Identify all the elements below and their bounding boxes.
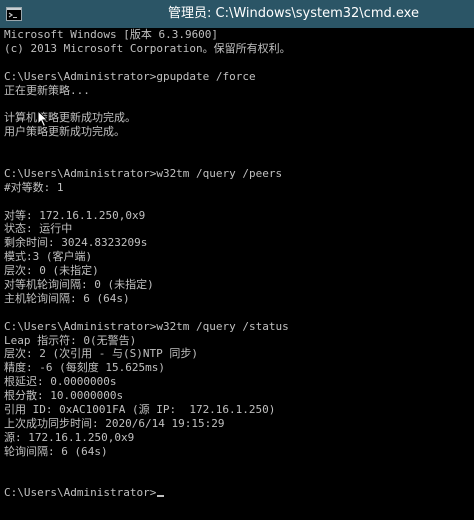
console-line-text: 剩余时间: 3024.8323209s (4, 236, 148, 250)
console-line: C:\Users\Administrator>w32tm /query /sta… (4, 320, 474, 334)
console-line-text: 源: 172.16.1.250,0x9 (4, 430, 135, 444)
console-line: 状态: 运行中 (4, 222, 474, 236)
console-line-text: 轮询间隔: 6 (64s) (4, 444, 108, 458)
console-line-text: Microsoft Windows [版本 6.3.9600] (4, 28, 219, 41)
console-output[interactable]: Microsoft Windows [版本 6.3.9600] (c) 2013 … (0, 28, 474, 520)
console-line-text: 根延迟: 0.0000000s (4, 375, 117, 389)
console-line-text: 主机轮询间隔: 6 (64s) (4, 291, 130, 305)
cmd-window: 管理员: C:\Windows\system32\cmd.exe Microso… (0, 0, 474, 520)
console-line: C:\Users\Administrator> (4, 486, 474, 500)
console-line: 正在更新策略... (4, 84, 474, 98)
console-line-text: C:\Users\Administrator>gpupdate /force (4, 69, 256, 83)
console-line: 对等机轮询间隔: 0 (未指定) (4, 278, 474, 292)
console-line: Microsoft Windows [版本 6.3.9600] (4, 28, 474, 42)
console-line-text: 正在更新策略... (4, 83, 90, 97)
mouse-cursor-icon (37, 110, 49, 128)
console-line: #对等数: 1 (4, 181, 474, 195)
console-line: 源: 172.16.1.250,0x9 (4, 431, 474, 445)
text-cursor (157, 495, 165, 498)
console-line: 根分散: 10.0000000s (4, 389, 474, 403)
cmd-app-icon[interactable] (6, 6, 22, 22)
console-line: 用户策略更新成功完成。 (4, 125, 474, 139)
console-line: (c) 2013 Microsoft Corporation。保留所有权利。 (4, 42, 474, 56)
console-line: 层次: 0 (未指定) (4, 264, 474, 278)
console-line-text: 计算机策略更新成功完成。 (4, 111, 136, 125)
console-line: Leap 指示符: 0(无警告) (4, 334, 474, 348)
console-line-text: 层次: 0 (未指定) (4, 264, 99, 278)
console-line: 精度: -6 (每刻度 15.625ms) (4, 361, 474, 375)
window-title: 管理员: C:\Windows\system32\cmd.exe (168, 6, 419, 21)
console-line: 对等: 172.16.1.250,0x9 (4, 209, 474, 223)
console-line: 主机轮询间隔: 6 (64s) (4, 292, 474, 306)
console-line: 剩余时间: 3024.8323209s (4, 236, 474, 250)
console-line-text: C:\Users\Administrator>w32tm /query /sta… (4, 319, 289, 333)
console-line: 层次: 2 (次引用 - 与(S)NTP 同步) (4, 347, 474, 361)
console-line-text: C:\Users\Administrator>w32tm /query /pee… (4, 166, 283, 180)
console-line: 模式:3 (客户端) (4, 250, 474, 264)
console-line-text: 用户策略更新成功完成。 (4, 125, 125, 139)
console-line: 上次成功同步时间: 2020/6/14 19:15:29 (4, 417, 474, 431)
console-line: C:\Users\Administrator>w32tm /query /pee… (4, 167, 474, 181)
console-line-text: #对等数: 1 (4, 180, 64, 194)
console-line-text: (c) 2013 Microsoft Corporation。保留所有权利。 (4, 41, 291, 55)
console-line-text: 对等: 172.16.1.250,0x9 (4, 208, 146, 222)
console-line-text: 模式:3 (客户端) (4, 250, 93, 264)
console-line-text: 上次成功同步时间: 2020/6/14 19:15:29 (4, 416, 225, 430)
console-line: 根延迟: 0.0000000s (4, 375, 474, 389)
console-line-text: 层次: 2 (次引用 - 与(S)NTP 同步) (4, 347, 198, 361)
console-line: 引用 ID: 0xAC1001FA (源 IP: 172.16.1.250) (4, 403, 474, 417)
console-line: 计算机策略更新成功完成。 (4, 111, 474, 125)
console-line-text: 引用 ID: 0xAC1001FA (源 IP: 172.16.1.250) (4, 403, 276, 417)
console-line-text: 精度: -6 (每刻度 15.625ms) (4, 361, 165, 375)
console-line-text: Leap 指示符: 0(无警告) (4, 333, 137, 347)
console-line-text: 状态: 运行中 (4, 222, 73, 236)
console-line-text: C:\Users\Administrator> (4, 486, 157, 500)
console-line: 轮询间隔: 6 (64s) (4, 445, 474, 459)
title-bar[interactable]: 管理员: C:\Windows\system32\cmd.exe (0, 0, 474, 28)
console-line-text: 对等机轮询间隔: 0 (未指定) (4, 278, 154, 292)
console-line: C:\Users\Administrator>gpupdate /force (4, 70, 474, 84)
console-line-text: 根分散: 10.0000000s (4, 389, 124, 403)
